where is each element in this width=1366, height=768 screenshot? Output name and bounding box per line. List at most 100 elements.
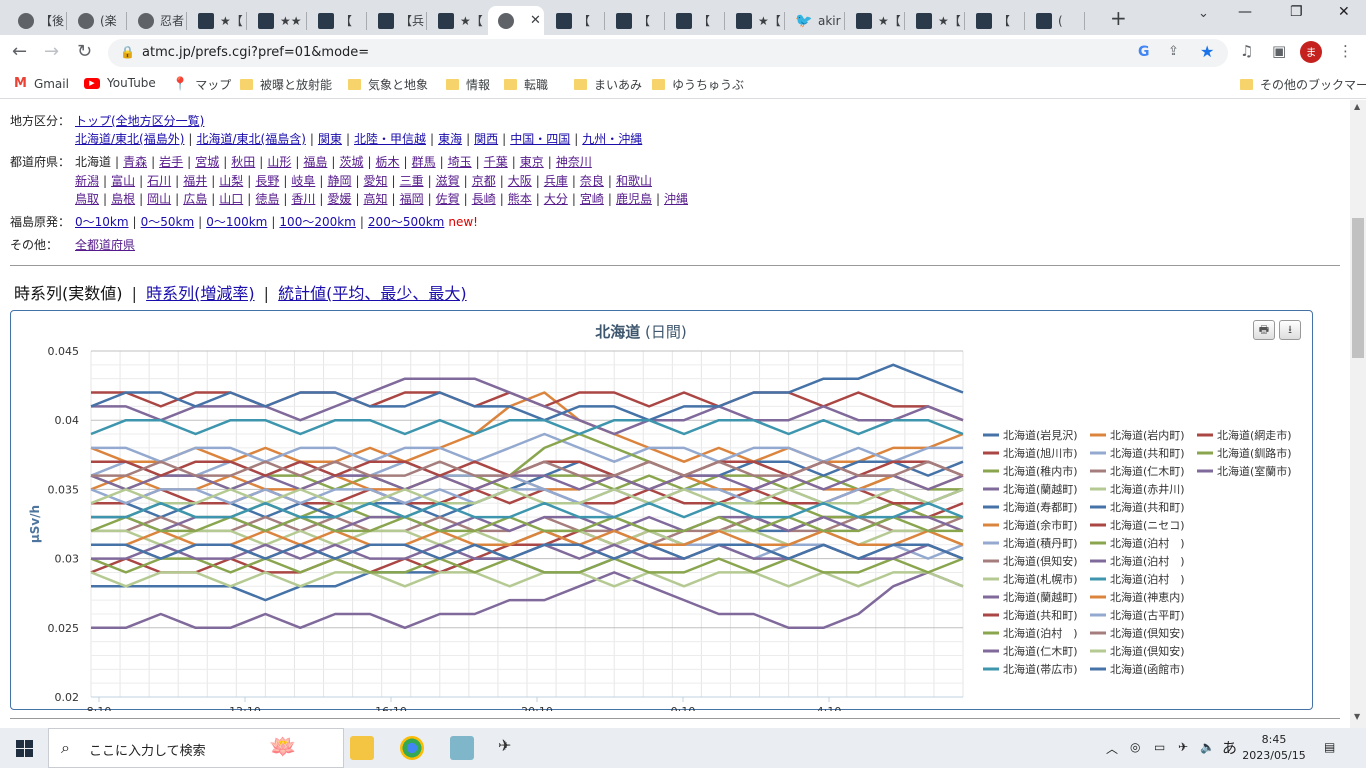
back-arrow-icon[interactable]: ← [12, 41, 27, 62]
nav-link[interactable]: 宮城 [195, 155, 219, 169]
clock[interactable]: 8:45 2023/05/15 [1238, 732, 1310, 764]
app-icon[interactable] [450, 736, 474, 760]
nav-link[interactable]: 高知 [364, 192, 388, 206]
close-tab-icon[interactable]: ✕ [530, 13, 541, 28]
minimize-button[interactable]: — [1238, 4, 1252, 20]
browser-tab[interactable]: ★★ [248, 6, 306, 35]
nav-link[interactable]: 宮崎 [580, 192, 604, 206]
taskbar-search-box[interactable]: ⌕ ここに入力して検索 🪷 [48, 728, 344, 768]
bookmark-item[interactable]: ▶ YouTube [84, 76, 156, 90]
volume-icon[interactable]: 🔈 [1200, 740, 1215, 754]
nav-link[interactable]: 関西 [474, 132, 498, 146]
nav-link[interactable]: 0〜100km [206, 215, 267, 229]
bookmark-item[interactable]: 被曝と放射能 [240, 76, 332, 93]
nav-link[interactable]: 岐阜 [291, 174, 315, 188]
nav-link[interactable]: 岡山 [147, 192, 171, 206]
nav-link[interactable]: 石川 [147, 174, 171, 188]
nav-link[interactable]: 埼玉 [448, 155, 472, 169]
vertical-scrollbar[interactable]: ▲ ▼ [1350, 100, 1366, 730]
tab-timeseries-actual[interactable]: 時系列(実数値) [14, 284, 123, 303]
tab-statistics[interactable]: 統計値(平均、最少、最大) [278, 284, 467, 303]
notification-icon[interactable]: ▤ [1324, 740, 1335, 754]
media-icon[interactable]: ♫ [1240, 42, 1253, 60]
nav-link[interactable]: 0〜10km [75, 215, 129, 229]
nav-link[interactable]: 新潟 [75, 174, 99, 188]
nav-link[interactable]: 栃木 [376, 155, 400, 169]
nav-link[interactable]: 滋賀 [436, 174, 460, 188]
bookmark-item[interactable]: 転職 [504, 76, 548, 93]
browser-tab[interactable]: ★【 [428, 6, 486, 35]
nav-link[interactable]: 山梨 [219, 174, 243, 188]
browser-tab[interactable]: 【 [308, 6, 366, 35]
nav-link[interactable]: 長野 [255, 174, 279, 188]
new-tab-button[interactable]: + [1110, 6, 1127, 30]
browser-tab[interactable]: 【兵 [368, 6, 426, 35]
google-icon[interactable]: G [1138, 44, 1150, 60]
nav-link[interactable]: 奈良 [580, 174, 604, 188]
nav-link[interactable]: 福岡 [400, 192, 424, 206]
ime-indicator[interactable]: あ [1222, 737, 1237, 758]
nav-link[interactable]: 愛媛 [327, 192, 351, 206]
nav-link[interactable]: 和歌山 [616, 174, 652, 188]
maximize-button[interactable]: ❐ [1290, 4, 1303, 20]
chrome-icon[interactable] [400, 736, 424, 760]
browser-tab[interactable]: 【 [606, 6, 664, 35]
nav-link[interactable]: 長崎 [472, 192, 496, 206]
nav-link[interactable]: 関東 [318, 132, 342, 146]
nav-link[interactable]: 愛知 [364, 174, 388, 188]
network-icon[interactable]: ✈ [1178, 740, 1188, 754]
nav-link[interactable]: 中国・四国 [510, 132, 570, 146]
windows-start-icon[interactable] [16, 740, 33, 757]
other-bookmarks[interactable]: その他のブックマーク [1240, 76, 1366, 93]
browser-tab[interactable]: 【 [966, 6, 1024, 35]
url-text[interactable]: atmc.jp/prefs.cgi?pref=01&mode= [142, 45, 369, 60]
menu-icon[interactable]: ⋮ [1338, 42, 1353, 60]
share-icon[interactable]: ⇪ [1168, 44, 1179, 59]
tab-search-chevron-icon[interactable]: ⌄ [1198, 6, 1209, 21]
file-explorer-icon[interactable] [350, 736, 374, 760]
forward-arrow-icon[interactable]: → [44, 41, 59, 62]
nav-link[interactable]: 静岡 [327, 174, 351, 188]
nav-link[interactable]: 沖縄 [664, 192, 688, 206]
nav-link[interactable]: 熊本 [508, 192, 532, 206]
bookmark-item[interactable]: 情報 [446, 76, 490, 93]
nav-link[interactable]: 秋田 [231, 155, 255, 169]
browser-tab[interactable]: 🐦 akir [786, 6, 844, 35]
side-panel-icon[interactable]: ▣ [1272, 42, 1286, 60]
address-bar[interactable]: 🔒 atmc.jp/prefs.cgi?pref=01&mode= G ⇪ ★ [108, 39, 1228, 67]
nav-link[interactable]: 北海道/東北(福島外) [75, 132, 184, 146]
nav-link[interactable]: 200〜500km [368, 215, 444, 229]
tab-timeseries-increase[interactable]: 時系列(増減率) [146, 284, 255, 303]
all-prefs-link[interactable]: 全都道府県 [75, 238, 135, 252]
browser-tab[interactable]: ★【 [188, 6, 246, 35]
bookmark-item[interactable]: まいあみ [574, 76, 642, 93]
nav-link[interactable]: 山口 [219, 192, 243, 206]
browser-tab[interactable]: ★【 [846, 6, 904, 35]
browser-tab[interactable]: ★【 [726, 6, 784, 35]
nav-link[interactable]: 大分 [544, 192, 568, 206]
nav-link[interactable]: 兵庫 [544, 174, 568, 188]
nav-link[interactable]: 北陸・甲信越 [354, 132, 426, 146]
bookmark-item[interactable]: ゆうちゅうぶ [652, 76, 744, 93]
bookmark-item[interactable]: M Gmail [14, 76, 69, 91]
browser-tab[interactable]: 【 [546, 6, 604, 35]
browser-tab[interactable]: 【 [666, 6, 724, 35]
nav-link[interactable]: 群馬 [412, 155, 436, 169]
close-window-button[interactable]: ✕ [1338, 4, 1350, 20]
scroll-down-icon[interactable]: ▼ [1354, 712, 1360, 721]
browser-tab[interactable]: ( [1026, 6, 1084, 35]
browser-tab[interactable]: ★【 [906, 6, 964, 35]
bookmark-item[interactable]: 気象と地象 [348, 76, 428, 93]
nav-link[interactable]: 茨城 [339, 155, 363, 169]
battery-icon[interactable]: ▭ [1154, 740, 1165, 754]
bookmark-item[interactable]: 📍 マップ [172, 76, 231, 93]
nav-link[interactable]: 島根 [111, 192, 135, 206]
nav-link[interactable]: 鳥取 [75, 192, 99, 206]
scroll-thumb[interactable] [1352, 218, 1364, 358]
tray-app-icon[interactable]: ◎ [1130, 740, 1140, 754]
nav-link[interactable]: 広島 [183, 192, 207, 206]
nav-link[interactable]: 鹿児島 [616, 192, 652, 206]
nav-link[interactable]: 京都 [472, 174, 496, 188]
scroll-up-icon[interactable]: ▲ [1354, 102, 1360, 111]
nav-link[interactable]: 徳島 [255, 192, 279, 206]
